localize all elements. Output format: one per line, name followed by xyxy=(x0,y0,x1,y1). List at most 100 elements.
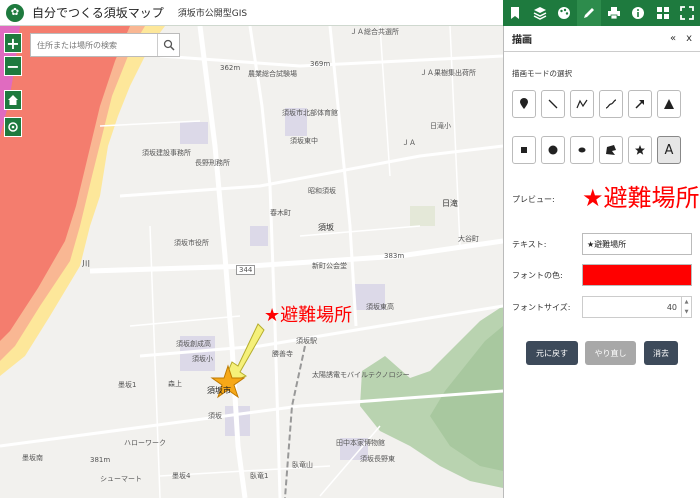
collapse-button[interactable]: « xyxy=(670,33,676,44)
search-icon xyxy=(163,39,175,51)
zoom-out-button[interactable]: − xyxy=(4,56,22,76)
map-label: ハローワーク xyxy=(124,439,166,447)
map-label: ＪＡ xyxy=(402,139,416,147)
mode-label: 描画モードの選択 xyxy=(512,69,572,78)
home-icon xyxy=(8,95,18,105)
fullscreen-icon[interactable] xyxy=(675,0,700,26)
bookmark-icon[interactable] xyxy=(503,0,528,26)
map-label: 383m xyxy=(384,252,405,260)
spinner-up-icon[interactable]: ▲ xyxy=(685,299,689,305)
map-label: 臥竜1 xyxy=(250,472,269,480)
app-header: ✿ 自分でつくる須坂マップ 須坂市公開型GIS xyxy=(0,0,503,26)
map-label: 新町公会堂 xyxy=(312,262,347,270)
map-label: 381m xyxy=(90,456,111,464)
star-icon xyxy=(635,145,645,155)
map-label: 須坂市 xyxy=(207,386,231,395)
map-label: 昭和須坂 xyxy=(308,187,336,195)
draw-panel: 描画 « x 描画モードの選択 A プレビュー: ★避難場所 テキスト: ★避難… xyxy=(503,26,700,498)
mode-polyline-button[interactable] xyxy=(570,90,594,118)
map-label: 臥竜山 xyxy=(292,461,313,469)
triangle-icon xyxy=(664,99,674,109)
preview-text: ★避難場所 xyxy=(582,184,700,212)
app-title: 自分でつくる須坂マップ xyxy=(32,6,164,20)
map-base-layer xyxy=(0,26,503,498)
font-color-picker[interactable] xyxy=(582,264,692,286)
map-label: 須坂小 xyxy=(192,355,213,363)
mode-line-button[interactable] xyxy=(541,90,565,118)
search-input[interactable] xyxy=(31,34,157,56)
map-label: 須坂 xyxy=(318,223,334,232)
map-label: 須坂市北部体育館 xyxy=(282,109,338,117)
route-shield: 344 xyxy=(236,265,256,275)
panel-title: 描画 xyxy=(512,35,532,46)
freehand-polygon-icon xyxy=(606,145,616,155)
font-color-label: フォントの色: xyxy=(512,271,563,280)
font-size-spinner[interactable]: ▲ ▼ xyxy=(682,296,692,318)
map-label: 369m xyxy=(310,60,331,68)
map-label: 須坂東中 xyxy=(290,137,318,145)
map-label: ＪＡ果樹集出荷所 xyxy=(420,69,476,77)
map-label: 362m xyxy=(220,64,241,72)
map-label: 須坂駅 xyxy=(296,337,317,345)
close-button[interactable]: x xyxy=(686,33,692,44)
search-box xyxy=(30,33,180,57)
ellipse-icon xyxy=(578,147,586,153)
panel-header: 描画 « x xyxy=(504,26,700,52)
map-label: 春木町 xyxy=(270,209,291,217)
point-marker-icon xyxy=(520,98,528,109)
layers-icon[interactable] xyxy=(528,0,553,26)
city-emblem-icon: ✿ xyxy=(6,3,24,22)
locate-icon xyxy=(8,122,18,132)
text-input[interactable] xyxy=(582,233,692,255)
map-label: 長野刑務所 xyxy=(195,159,230,167)
mode-rectangle-button[interactable] xyxy=(512,136,536,164)
mode-arrow-button[interactable] xyxy=(628,90,652,118)
map-label: 須坂長野東 xyxy=(360,455,395,463)
mode-ellipse-button[interactable] xyxy=(570,136,594,164)
map-label: 日滝 xyxy=(442,199,458,208)
map-label: 須坂 xyxy=(208,412,222,420)
erase-button[interactable]: 消去 xyxy=(644,341,678,365)
map-label: 墨坂南 xyxy=(22,454,43,462)
map-label: シューマート xyxy=(100,475,142,483)
mode-text-button[interactable]: A xyxy=(657,136,681,164)
font-size-input[interactable] xyxy=(582,296,682,318)
line-icon xyxy=(548,99,558,109)
drawn-text-label[interactable]: ★避難場所 xyxy=(264,301,352,327)
printer-icon[interactable] xyxy=(601,0,626,26)
info-icon[interactable] xyxy=(626,0,651,26)
preview-label: プレビュー: xyxy=(512,195,555,204)
mode-point-button[interactable] xyxy=(512,90,536,118)
app-subtitle: 須坂市公開型GIS xyxy=(177,9,248,19)
text-label: テキスト: xyxy=(512,240,547,249)
palette-icon[interactable] xyxy=(552,0,577,26)
grid-icon[interactable] xyxy=(651,0,676,26)
map-label: 大谷町 xyxy=(458,235,479,243)
arrow-icon xyxy=(635,100,644,109)
mode-star-button[interactable] xyxy=(628,136,652,164)
map-label: 太陽誘電モバイルテクノロジー xyxy=(312,371,410,379)
freehand-line-icon xyxy=(605,99,617,109)
mode-triangle-button[interactable] xyxy=(657,90,681,118)
redo-button[interactable]: やり直し xyxy=(585,341,636,365)
home-button[interactable] xyxy=(4,90,22,110)
mode-circle-button[interactable] xyxy=(541,136,565,164)
map-label: 須坂東高 xyxy=(366,303,394,311)
map-label: 墨坂1 xyxy=(118,381,137,389)
map-label: 須坂創成高 xyxy=(176,340,211,348)
map-label: 勝善寺 xyxy=(272,350,293,358)
undo-button[interactable]: 元に戻す xyxy=(526,341,578,365)
rectangle-icon xyxy=(521,147,527,153)
map-label: 森上 xyxy=(168,380,182,388)
zoom-in-button[interactable]: + xyxy=(4,33,22,53)
map-label: 日滝小 xyxy=(430,122,451,130)
spinner-down-icon[interactable]: ▼ xyxy=(685,309,689,315)
circle-icon xyxy=(548,145,558,155)
polyline-icon xyxy=(576,99,588,109)
map-canvas[interactable]: ＪＡ総合共選所 362m 農業総合試験場 369m ＪＡ果樹集出荷所 須坂市北部… xyxy=(0,26,503,498)
search-button[interactable] xyxy=(157,34,179,56)
mode-freehand-polygon-button[interactable] xyxy=(599,136,623,164)
pencil-icon[interactable] xyxy=(576,0,602,26)
locate-button[interactable] xyxy=(4,117,22,137)
mode-freehand-line-button[interactable] xyxy=(599,90,623,118)
